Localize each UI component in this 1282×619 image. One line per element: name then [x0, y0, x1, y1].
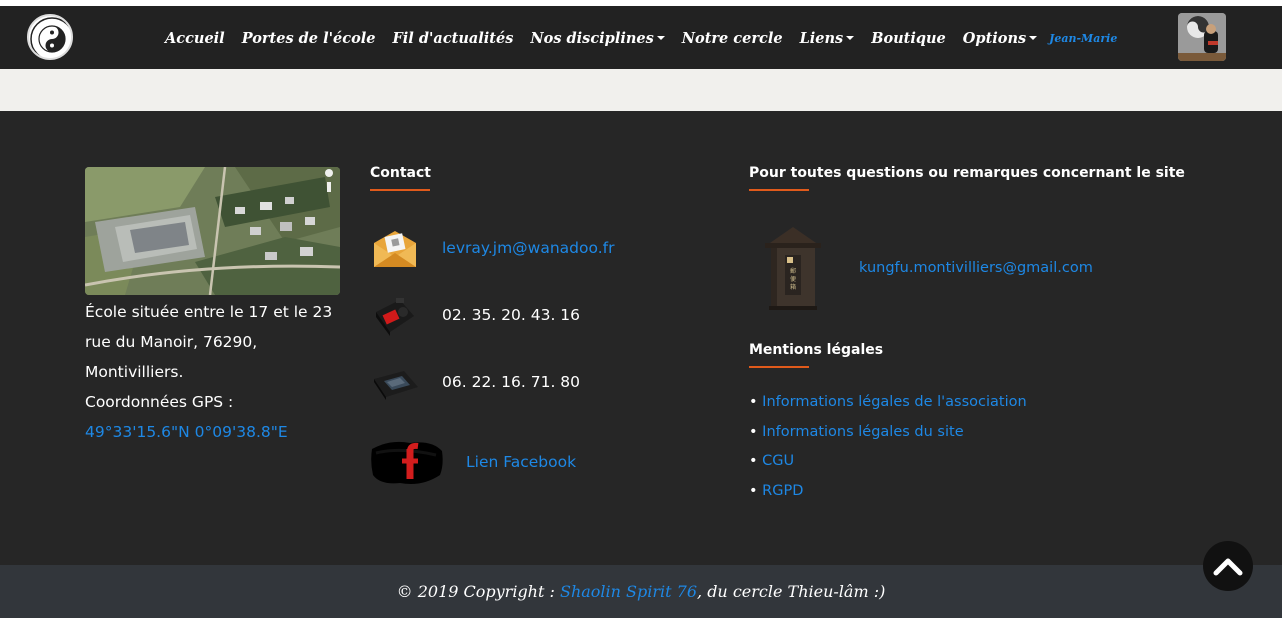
envelope-icon: [370, 223, 420, 273]
legal-heading: Mentions légales: [749, 342, 884, 358]
nav-item-liens[interactable]: Liens: [800, 30, 855, 47]
caret-down-icon: [1029, 36, 1038, 40]
chevron-up-icon: [1213, 558, 1243, 576]
yin-yang-logo-icon[interactable]: [27, 14, 73, 60]
navbar: Accueil Portes de l'école Fil d'actualit…: [0, 6, 1282, 69]
caret-down-icon: [846, 36, 855, 40]
caret-down-icon: [656, 36, 665, 40]
contact-heading: Contact: [370, 165, 431, 181]
site-email-row: 郵 便 箱 kungfu.montivilliers@gmail.com: [763, 223, 1093, 313]
nav-user-name[interactable]: Jean-Marie: [1049, 32, 1117, 45]
site-questions-heading: Pour toutes questions ou remarques conce…: [749, 165, 1185, 181]
nav-item-notre-cercle[interactable]: Notre cercle: [682, 30, 783, 47]
cgu-link[interactable]: CGU: [762, 453, 794, 469]
svg-text:便: 便: [790, 275, 796, 283]
desk-phone-icon: [370, 290, 420, 340]
legal-association-link[interactable]: Informations légales de l'association: [762, 394, 1027, 410]
facebook-icon[interactable]: [370, 437, 444, 487]
address-line-2: rue du Manoir, 76290,: [85, 333, 258, 351]
contact-email-row: levray.jm@wanadoo.fr: [370, 223, 614, 273]
facebook-link[interactable]: Lien Facebook: [466, 453, 576, 471]
nav-item-nos-disciplines[interactable]: Nos disciplines: [530, 30, 665, 47]
contact-email-link[interactable]: levray.jm@wanadoo.fr: [442, 239, 614, 257]
list-item: • CGU: [749, 453, 795, 469]
list-item: • Informations légales de l'association: [749, 394, 1027, 410]
list-item: • Informations légales du site: [749, 423, 964, 440]
nav-item-accueil[interactable]: Accueil: [165, 30, 225, 47]
nav-item-portes-ecole[interactable]: Portes de l'école: [242, 30, 376, 47]
legal-links: • Informations légales de l'association …: [749, 388, 1027, 506]
footer: École située entre le 17 et le 23 rue du…: [0, 111, 1282, 565]
contact-column: Contact levray.jm@wanadoo.fr 02. 35. 20.…: [370, 165, 710, 484]
site-email-link[interactable]: kungfu.montivilliers@gmail.com: [859, 260, 1093, 276]
contact-mobile-row: 06. 22. 16. 71. 80: [370, 357, 580, 407]
brand-link[interactable]: Shaolin Spirit 76: [560, 582, 697, 601]
svg-text:郵: 郵: [790, 267, 796, 275]
copyright-text: © 2019 Copyright : Shaolin Spirit 76, du…: [396, 582, 886, 601]
gps-label: Coordonnées GPS :: [85, 393, 234, 411]
copyright-bar: © 2019 Copyright : Shaolin Spirit 76, du…: [0, 565, 1282, 618]
contact-phone-mobile: 06. 22. 16. 71. 80: [442, 373, 581, 391]
heading-underline: [749, 189, 809, 191]
mailbox-shrine-icon: 郵 便 箱: [763, 223, 823, 313]
svg-text:箱: 箱: [790, 283, 796, 291]
nav-item-fil-actualites[interactable]: Fil d'actualités: [392, 30, 513, 47]
gps-link[interactable]: 49°33'15.6"N 0°09'38.8"E: [85, 423, 288, 441]
legal-site-link[interactable]: Informations légales du site: [762, 424, 963, 440]
content-band: [0, 69, 1282, 111]
mobile-phone-icon: [370, 357, 420, 407]
heading-underline: [749, 366, 809, 368]
nav-item-boutique[interactable]: Boutique: [871, 30, 946, 47]
site-column: Pour toutes questions ou remarques conce…: [749, 165, 1229, 499]
rgpd-link[interactable]: RGPD: [762, 483, 803, 499]
contact-facebook-row: Lien Facebook: [370, 437, 576, 487]
address-block: École située entre le 17 et le 23 rue du…: [85, 297, 345, 417]
main-nav: Accueil Portes de l'école Fil d'actualit…: [165, 26, 1117, 50]
heading-underline: [370, 189, 430, 191]
scroll-to-top-button[interactable]: [1203, 541, 1253, 591]
list-item: • RGPD: [749, 482, 804, 499]
nav-item-options[interactable]: Options: [963, 30, 1038, 47]
address-line-3: Montivilliers.: [85, 363, 184, 381]
legal-section: Mentions légales • Informations légales …: [749, 342, 1027, 506]
contact-phone-fixed: 02. 35. 20. 43. 16: [442, 306, 581, 324]
contact-phone-row: 02. 35. 20. 43. 16: [370, 290, 580, 340]
aerial-map-icon[interactable]: [85, 167, 340, 295]
user-avatar-icon[interactable]: [1178, 13, 1226, 61]
location-column: École située entre le 17 et le 23 rue du…: [85, 167, 345, 447]
address-line-1: École située entre le 17 et le 23: [85, 303, 333, 321]
